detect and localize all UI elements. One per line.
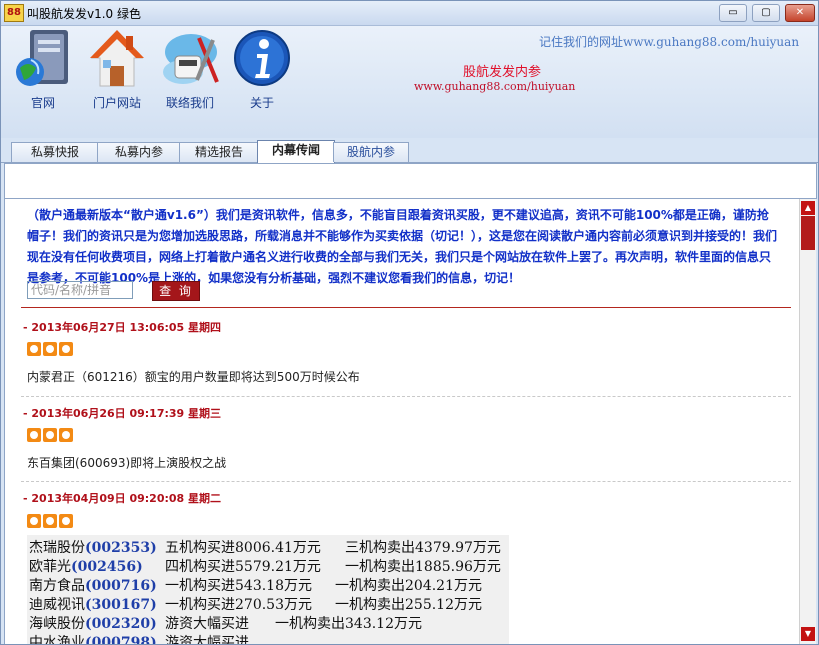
toolbar: 官网 门户网站 联络我们 关于 记住我们的网址www.guhang88.com/… (1, 26, 818, 138)
brand-name: 股航发发内参 (463, 65, 542, 80)
stock-name: 杰瑞股份 (29, 540, 85, 556)
stock-name: 海峡股份 (29, 616, 85, 632)
scrollbar-thumb[interactable] (801, 216, 815, 250)
stock-code: (002456) (71, 559, 143, 575)
toolbar-label: 关于 (249, 96, 274, 110)
entry-text[interactable]: 东百集团(600693)即将上演股权之战 (27, 454, 226, 471)
app-window: 88 叫股航发发v1.0 绿色 ▭ ▢ ✕ 官网 门户网站 联络我们 关于 记住… (0, 0, 819, 645)
disclaimer-notice: （散户通最新版本“散户通v1.6”）我们是资讯软件，信息多，不能盲目跟着资讯买股… (27, 208, 778, 285)
star-icon (43, 428, 57, 442)
remember-url-text: 记住我们的网址www.guhang88.com/huiyuan (539, 35, 800, 49)
buy-info: 一机构买进543.18万元 (165, 578, 312, 594)
buy-info: 五机构买进8006.41万元 (165, 540, 321, 556)
entry-date: - 2013年04月09日 09:20:08 星期二 (23, 492, 222, 505)
buy-info: 四机构买进5579.21万元 (165, 559, 321, 575)
stock-search-input[interactable]: 代码/名称/拼音 (27, 281, 133, 299)
sell-info: 一机构卖出1885.96万元 (345, 559, 501, 575)
buy-info: 一机构买进270.53万元 (165, 597, 312, 613)
stock-name: 迪威视讯 (29, 597, 85, 613)
scroll-down-arrow-icon[interactable]: ▼ (801, 627, 815, 641)
entry-date: - 2013年06月27日 13:06:05 星期四 (23, 321, 222, 334)
stock-code: (000798) (85, 635, 157, 644)
star-icon (59, 428, 73, 442)
entry-date: - 2013年06月26日 09:17:39 星期三 (23, 407, 222, 420)
star-icon (59, 342, 73, 356)
maximize-button[interactable]: ▢ (752, 4, 780, 22)
star-icon (27, 342, 41, 356)
trade-table: 杰瑞股份(002353) 五机构买进8006.41万元 三机构卖出4379.97… (27, 535, 509, 644)
table-row: 海峡股份(002320) 游资大幅买进 一机构卖出343.12万元 (29, 613, 422, 632)
divider (21, 307, 791, 308)
table-row: 欧菲光(002456) 四机构买进5579.21万元 一机构卖出1885.96万… (29, 556, 501, 575)
info-icon (233, 28, 291, 90)
tab-insider-rumors[interactable]: 内幕传闻 (257, 140, 335, 163)
rating-stars (27, 514, 75, 528)
toolbar-label: 联络我们 (165, 96, 214, 110)
title-bar: 88 叫股航发发v1.0 绿色 ▭ ▢ ✕ (1, 1, 818, 26)
sell-info: 一机构卖出343.12万元 (275, 616, 422, 632)
stock-name: 南方食品 (29, 578, 85, 594)
toolbar-about[interactable]: 关于 (227, 28, 297, 111)
stock-code: (002353) (85, 540, 157, 556)
entry-text[interactable]: 内蒙君正（601216）额宝的用户数量即将达到500万时候公布 (27, 368, 360, 385)
buy-info: 游资大幅买进 (165, 616, 249, 632)
sell-info: 一机构卖出255.12万元 (335, 597, 482, 613)
table-row: 中水渔业(000798) 游资大幅买进 (29, 632, 249, 644)
minimize-button[interactable]: ▭ (719, 4, 747, 22)
star-icon (43, 342, 57, 356)
table-row: 杰瑞股份(002353) 五机构买进8006.41万元 三机构卖出4379.97… (29, 537, 501, 556)
app-logo-icon: 88 (4, 4, 24, 22)
phone-tools-icon (161, 28, 219, 90)
vertical-scrollbar[interactable]: ▲ ▼ (799, 199, 816, 644)
buy-info: 游资大幅买进 (165, 635, 249, 644)
entry-separator (21, 396, 791, 397)
toolbar-label: 官网 (30, 96, 55, 110)
rating-stars (27, 428, 75, 442)
stock-code: (002320) (85, 616, 157, 632)
tab-selected-reports[interactable]: 精选报告 (179, 142, 259, 162)
sell-info: 三机构卖出4379.97万元 (345, 540, 501, 556)
star-icon (43, 514, 57, 528)
house-icon (88, 28, 146, 90)
rating-stars (27, 342, 75, 356)
entry-separator (21, 481, 791, 482)
toolbar-label: 门户网站 (92, 96, 141, 110)
server-globe-icon (14, 28, 72, 90)
tab-private-fund-news[interactable]: 私募快报 (11, 142, 99, 162)
stock-name: 欧菲光 (29, 559, 71, 575)
toolbar-official-site[interactable]: 官网 (8, 28, 78, 111)
close-button[interactable]: ✕ (785, 4, 815, 22)
tab-guhang-insider[interactable]: 股航内参 (333, 142, 409, 162)
search-button[interactable]: 查 询 (152, 281, 200, 301)
brand-url[interactable]: www.guhang88.com/huiyuan (414, 80, 575, 93)
star-icon (27, 514, 41, 528)
tab-private-fund-insider[interactable]: 私募内参 (97, 142, 181, 162)
tab-bar: 私募快报 私募内参 精选报告 内幕传闻 股航内参 (1, 138, 818, 163)
window-title: 叫股航发发v1.0 绿色 (27, 7, 142, 21)
toolbar-portal[interactable]: 门户网站 (82, 28, 152, 111)
scroll-up-arrow-icon[interactable]: ▲ (801, 201, 815, 215)
star-icon (59, 514, 73, 528)
tab-header-strip (4, 163, 817, 199)
stock-code: (300167) (85, 597, 157, 613)
sell-info: 一机构卖出204.21万元 (335, 578, 482, 594)
stock-name: 中水渔业 (29, 635, 85, 644)
content-panel: （散户通最新版本“散户通v1.6”）我们是资讯软件，信息多，不能盲目跟着资讯买股… (4, 199, 800, 644)
table-row: 迪威视讯(300167) 一机构买进270.53万元 一机构卖出255.12万元 (29, 594, 482, 613)
toolbar-contact[interactable]: 联络我们 (155, 28, 225, 111)
stock-code: (000716) (85, 578, 157, 594)
star-icon (27, 428, 41, 442)
table-row: 南方食品(000716) 一机构买进543.18万元 一机构卖出204.21万元 (29, 575, 482, 594)
